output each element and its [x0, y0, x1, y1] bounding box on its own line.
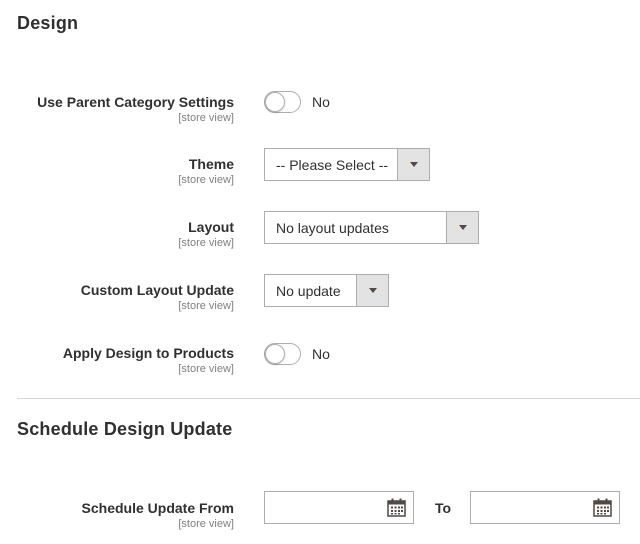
layout-select-value: No layout updates — [276, 219, 389, 236]
apply-design-value: No — [312, 346, 330, 362]
chevron-down-icon — [368, 288, 377, 293]
apply-design-scope: [store view] — [178, 363, 234, 375]
chevron-down-icon — [458, 225, 467, 230]
layout-label: Layout — [188, 219, 234, 235]
calendar-icon[interactable] — [593, 498, 612, 517]
apply-design-label: Apply Design to Products — [62, 345, 234, 361]
use-parent-category-scope: [store view] — [178, 112, 234, 124]
theme-dropdown-button[interactable] — [397, 149, 429, 180]
use-parent-category-label: Use Parent Category Settings — [37, 94, 234, 110]
apply-design-toggle[interactable] — [264, 343, 301, 365]
schedule-to-input[interactable] — [470, 491, 620, 524]
theme-select[interactable]: -- Please Select -- — [264, 148, 430, 181]
layout-select[interactable]: No layout updates — [264, 211, 479, 244]
chevron-down-icon — [409, 162, 418, 167]
custom-layout-label: Custom Layout Update — [80, 282, 234, 298]
schedule-from-input[interactable] — [264, 491, 414, 524]
schedule-to-label: To — [435, 500, 452, 516]
theme-label: Theme — [188, 156, 234, 172]
use-parent-category-value: No — [312, 94, 330, 110]
layout-scope: [store view] — [178, 237, 234, 249]
schedule-from-label: Schedule Update From — [81, 500, 234, 516]
theme-select-value: -- Please Select -- — [276, 156, 389, 173]
custom-layout-select[interactable]: No update — [264, 274, 389, 307]
custom-layout-dropdown-button[interactable] — [356, 275, 388, 306]
custom-layout-select-value: No update — [276, 282, 341, 299]
theme-scope: [store view] — [178, 174, 234, 186]
design-section-title: Design — [17, 13, 79, 33]
toggle-knob — [265, 344, 285, 364]
custom-layout-scope: [store view] — [178, 300, 234, 312]
calendar-icon[interactable] — [387, 498, 406, 517]
layout-dropdown-button[interactable] — [446, 212, 478, 243]
schedule-from-scope: [store view] — [178, 518, 234, 530]
toggle-knob — [265, 92, 285, 112]
section-divider — [17, 398, 640, 399]
schedule-section-title: Schedule Design Update — [17, 419, 233, 439]
use-parent-category-toggle[interactable] — [264, 91, 301, 113]
